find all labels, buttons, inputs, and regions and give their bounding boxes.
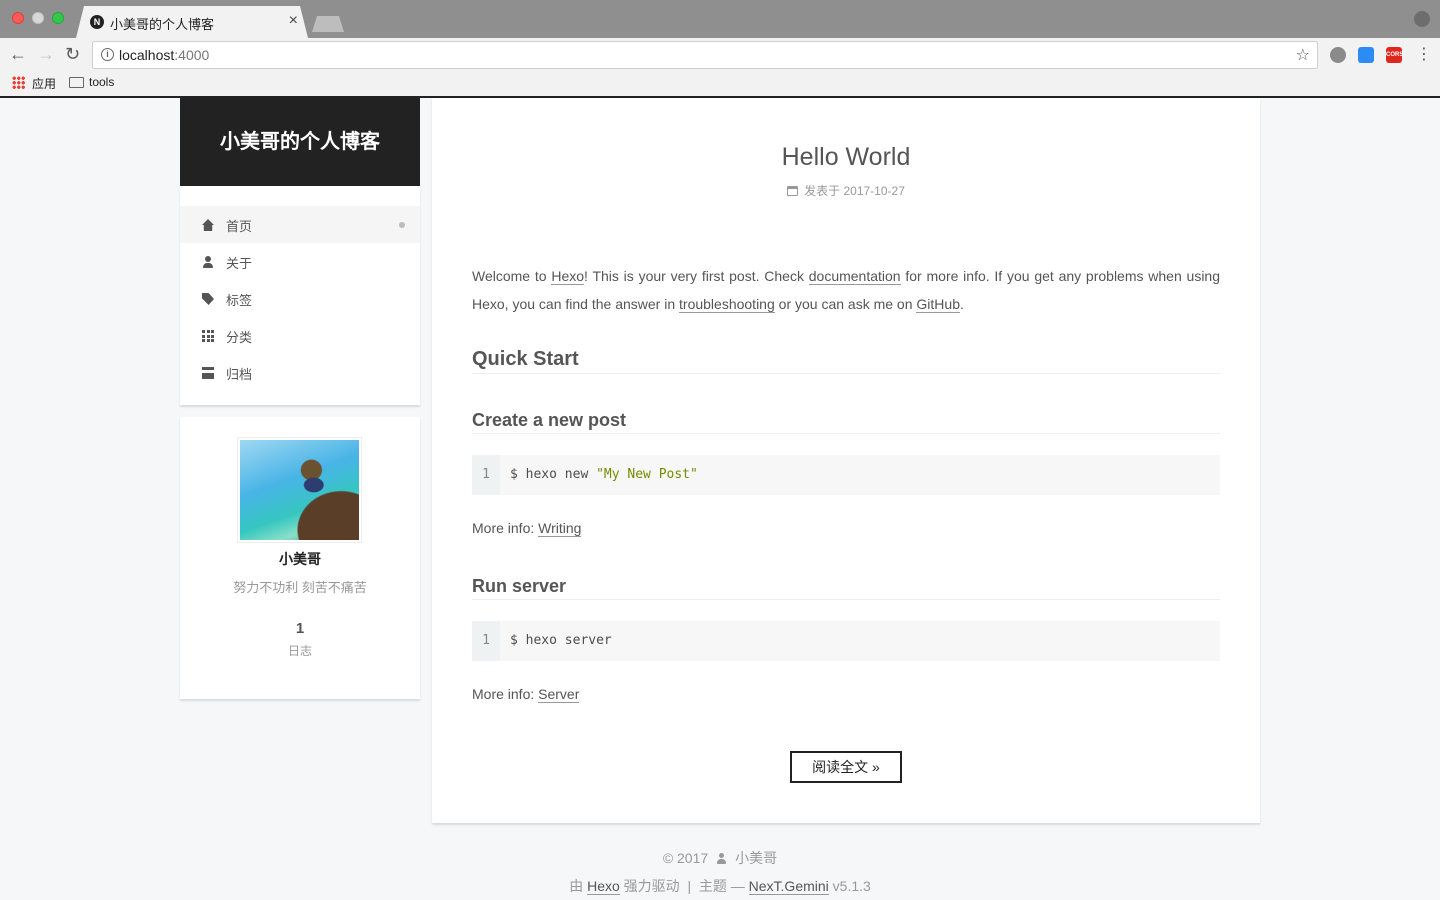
user-icon [202,256,214,268]
profile-icon[interactable] [1414,11,1430,27]
theme-version: v5.1.3 [832,878,871,894]
menu-item-label: 关于 [226,256,253,271]
documentation-link[interactable]: documentation [808,268,901,285]
github-link[interactable]: GitHub [916,296,960,313]
more-info-server: More info: Server [472,686,580,703]
heading-create-post: Create a new post [472,410,1220,434]
menu-item-home[interactable]: 首页 [180,206,420,243]
user-icon [716,853,727,864]
menu-item-label: 首页 [226,219,253,234]
code-block-new-post: 1 $ hexo new "My New Post" [472,455,1220,495]
bookmark-star-icon[interactable]: ☆ [1296,45,1310,65]
back-arrow-icon[interactable]: ← [9,44,27,64]
site-brand: 小美哥的个人博客 [180,98,420,186]
bookmark-apps[interactable]: 应用 [32,75,56,92]
menu-item-tags[interactable]: 标签 [180,280,420,317]
code-block-server: 1 $ hexo server [472,621,1220,661]
active-indicator [399,222,405,228]
post-count-label[interactable]: 日志 [180,642,420,659]
server-link[interactable]: Server [538,686,580,703]
minimize-window-button[interactable] [32,12,44,24]
menu-item-label: 分类 [226,330,253,345]
home-icon [202,219,214,231]
author-overview: 小美哥 努力不功利 刻苦不痛苦 1 日志 [180,417,420,699]
menu-item-about[interactable]: 关于 [180,243,420,280]
browser-toolbar: ← → ↻ i localhost:4000 ☆ CORS ⋮ [0,38,1440,72]
browser-menu-icon[interactable]: ⋮ [1416,44,1432,64]
calendar-icon [787,186,799,196]
tab-strip: N 小美哥的个人博客 × [0,0,1440,38]
bookmarks-bar: 应用 tools [0,72,1440,96]
intro-paragraph: Welcome to Hexo! This is your very first… [472,268,1221,313]
browser-tab-active[interactable]: N 小美哥的个人博客 × [76,6,308,38]
line-number: 1 [472,455,500,495]
url-text[interactable]: localhost:4000 [119,47,209,63]
avatar [237,437,362,543]
close-window-button[interactable] [12,12,24,24]
site-title[interactable]: 小美哥的个人博客 [180,125,420,154]
writing-link[interactable]: Writing [538,520,582,537]
copyright-text: © 2017 [662,850,709,866]
cors-extension-icon[interactable]: CORS [1386,47,1403,63]
post-meta: 发表于 2017-10-27 [432,182,1260,199]
site-nav-menu: 首页 关于 标签 分类 归档 [180,186,420,405]
menu-item-label: 归档 [226,367,253,382]
code-line: $ hexo server [510,633,612,648]
post-title[interactable]: Hello World [432,143,1260,172]
maximize-window-button[interactable] [52,12,64,24]
tab-close-icon[interactable]: × [289,12,298,30]
post-meta-prefix: 发表于 [804,184,841,198]
archive-icon [202,367,214,379]
troubleshooting-link[interactable]: troubleshooting [679,296,775,313]
new-tab-button[interactable] [312,16,344,32]
th-icon [202,330,214,342]
post-date: 2017-10-27 [843,184,905,198]
tab-title: 小美哥的个人博客 [110,17,215,32]
read-more-button[interactable]: 阅读全文 » [790,751,902,783]
forward-arrow-icon[interactable]: → [37,44,55,64]
extension-icon[interactable] [1330,47,1346,63]
footer-separator: | [687,878,692,894]
menu-item-archives[interactable]: 归档 [180,354,420,391]
post-card: Hello World 发表于 2017-10-27 Welcome to He… [432,98,1260,823]
footer-powered-by: 由 Hexo 强力驱动 | 主题 — NexT.Gemini v5.1.3 [569,878,871,895]
theme-link[interactable]: NexT.Gemini [748,878,829,895]
next-favicon-icon: N [90,15,104,29]
hexo-footer-link[interactable]: Hexo [587,878,620,895]
tags-icon [202,293,214,305]
post-count[interactable]: 1 [180,620,420,637]
extension-icon[interactable] [1358,47,1374,63]
author-motto: 努力不功利 刻苦不痛苦 [233,580,367,595]
footer-author: 小美哥 [735,850,778,866]
site-info-icon[interactable]: i [101,48,114,61]
avatar-image [240,440,359,540]
line-number: 1 [472,621,500,661]
browser-chrome: N 小美哥的个人博客 × ← → ↻ i localhost:4000 ☆ CO… [0,0,1440,98]
bookmark-tools[interactable]: tools [89,75,114,89]
apps-grid-icon[interactable] [12,76,25,89]
address-bar[interactable]: i localhost:4000 ☆ [92,41,1318,69]
folder-icon[interactable] [69,77,84,88]
menu-item-categories[interactable]: 分类 [180,317,420,354]
footer-copyright: © 2017 小美哥 [0,848,1440,868]
author-name: 小美哥 [279,551,321,567]
reload-icon[interactable]: ↻ [65,44,80,64]
heading-quick-start: Quick Start [472,348,1220,374]
more-info-writing: More info: Writing [472,520,582,537]
hexo-link[interactable]: Hexo [551,268,585,285]
menu-item-label: 标签 [226,293,253,308]
code-line: $ hexo new "My New Post" [510,467,698,482]
heading-run-server: Run server [472,576,1220,600]
